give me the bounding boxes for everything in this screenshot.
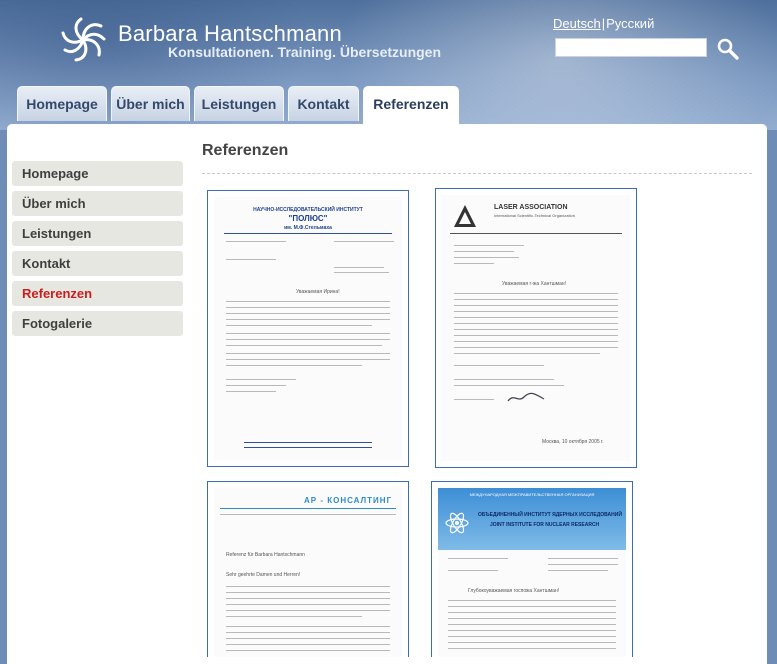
letter-greeting: Глубокоуважаемая госпожа Хантшман! bbox=[468, 588, 560, 594]
logo-swirl-icon bbox=[61, 17, 106, 62]
search-input[interactable] bbox=[555, 38, 707, 57]
letter-page: НАУЧНО-ИССЛЕДОВАТЕЛЬСКИЙ ИНСТИТУТ "ПОЛЮС… bbox=[214, 197, 402, 460]
jinr-atom-logo-icon bbox=[445, 512, 469, 534]
search-icon[interactable] bbox=[716, 37, 740, 61]
letterhead-line2: ОБЪЕДИНЕННЫЙ ИНСТИТУТ ЯДЕРНЫХ ИССЛЕДОВАН… bbox=[478, 512, 622, 518]
title-divider bbox=[202, 173, 752, 174]
lang-deutsch-link[interactable]: Deutsch bbox=[553, 16, 601, 31]
letter-company: АР - КОНСАЛТИНГ bbox=[304, 496, 393, 505]
reference-letter-ar-consulting[interactable]: АР - КОНСАЛТИНГ Referenz für Barbara Han… bbox=[207, 481, 409, 657]
letter-institute-name: "ПОЛЮС" bbox=[288, 214, 328, 223]
letter-page: АР - КОНСАЛТИНГ Referenz für Barbara Han… bbox=[214, 488, 402, 657]
letter-salutation: Уважаемая Ирина! bbox=[296, 289, 340, 295]
letter-org-sub: International Scientific-Technical Organ… bbox=[494, 213, 575, 218]
letterhead-line1: МЕЖДУНАРОДНАЯ МЕЖПРАВИТЕЛЬСТВЕННАЯ ОРГАН… bbox=[469, 492, 595, 497]
site-tagline: Konsultationen. Training. Übersetzungen bbox=[168, 44, 442, 60]
page-title: Referenzen bbox=[202, 142, 289, 159]
letter-page: LASER ASSOCIATION International Scientif… bbox=[442, 195, 630, 461]
sidebar-item-homepage[interactable]: Homepage bbox=[12, 161, 183, 186]
sidebar-item-referenzen[interactable]: Referenzen bbox=[12, 281, 183, 306]
letter-heading: Referenz für Barbara Hantschmann bbox=[226, 552, 305, 558]
letterhead-line3: JOINT INSTITUTE FOR NUCLEAR RESEARCH bbox=[490, 522, 600, 528]
lang-russian-link[interactable]: Русский bbox=[606, 16, 654, 31]
tab-ueber-mich[interactable]: Über mich bbox=[111, 86, 190, 121]
letter-greeting: Уважаемая г-жа Хантшман! bbox=[502, 281, 567, 287]
letter-salutation: Sehr geehrte Damen und Herren! bbox=[226, 572, 301, 578]
sidebar-nav: Homepage Über mich Leistungen Kontakt Re… bbox=[12, 161, 183, 341]
letter-org: LASER ASSOCIATION bbox=[494, 204, 568, 211]
tab-leistungen[interactable]: Leistungen bbox=[194, 86, 284, 121]
tab-referenzen[interactable]: Referenzen bbox=[363, 86, 459, 125]
tab-kontakt[interactable]: Kontakt bbox=[288, 86, 359, 121]
sidebar-item-fotogalerie[interactable]: Fotogalerie bbox=[12, 311, 183, 336]
letter-institute-sub: им. М.Ф.Стельмаха bbox=[284, 225, 332, 231]
reference-letter-polyus[interactable]: НАУЧНО-ИССЛЕДОВАТЕЛЬСКИЙ ИНСТИТУТ "ПОЛЮС… bbox=[207, 190, 409, 467]
language-switcher: Deutsch|Русский bbox=[553, 16, 654, 31]
letter-date: Москва, 10 октября 2005 г. bbox=[542, 439, 604, 445]
reference-letter-jinr[interactable]: МЕЖДУНАРОДНАЯ МЕЖПРАВИТЕЛЬСТВЕННАЯ ОРГАН… bbox=[431, 481, 633, 657]
letter-institute: НАУЧНО-ИССЛЕДОВАТЕЛЬСКИЙ ИНСТИТУТ bbox=[253, 207, 363, 213]
sidebar-item-leistungen[interactable]: Leistungen bbox=[12, 221, 183, 246]
tab-homepage[interactable]: Homepage bbox=[17, 86, 107, 121]
laser-triangle-logo-icon bbox=[454, 205, 476, 227]
sidebar-item-kontakt[interactable]: Kontakt bbox=[12, 251, 183, 276]
lang-separator: | bbox=[601, 16, 606, 31]
sidebar-item-ueber-mich[interactable]: Über mich bbox=[12, 191, 183, 216]
reference-letter-laser-association[interactable]: LASER ASSOCIATION International Scientif… bbox=[435, 188, 637, 468]
letter-page: МЕЖДУНАРОДНАЯ МЕЖПРАВИТЕЛЬСТВЕННАЯ ОРГАН… bbox=[438, 488, 626, 657]
signature-icon bbox=[507, 392, 545, 402]
